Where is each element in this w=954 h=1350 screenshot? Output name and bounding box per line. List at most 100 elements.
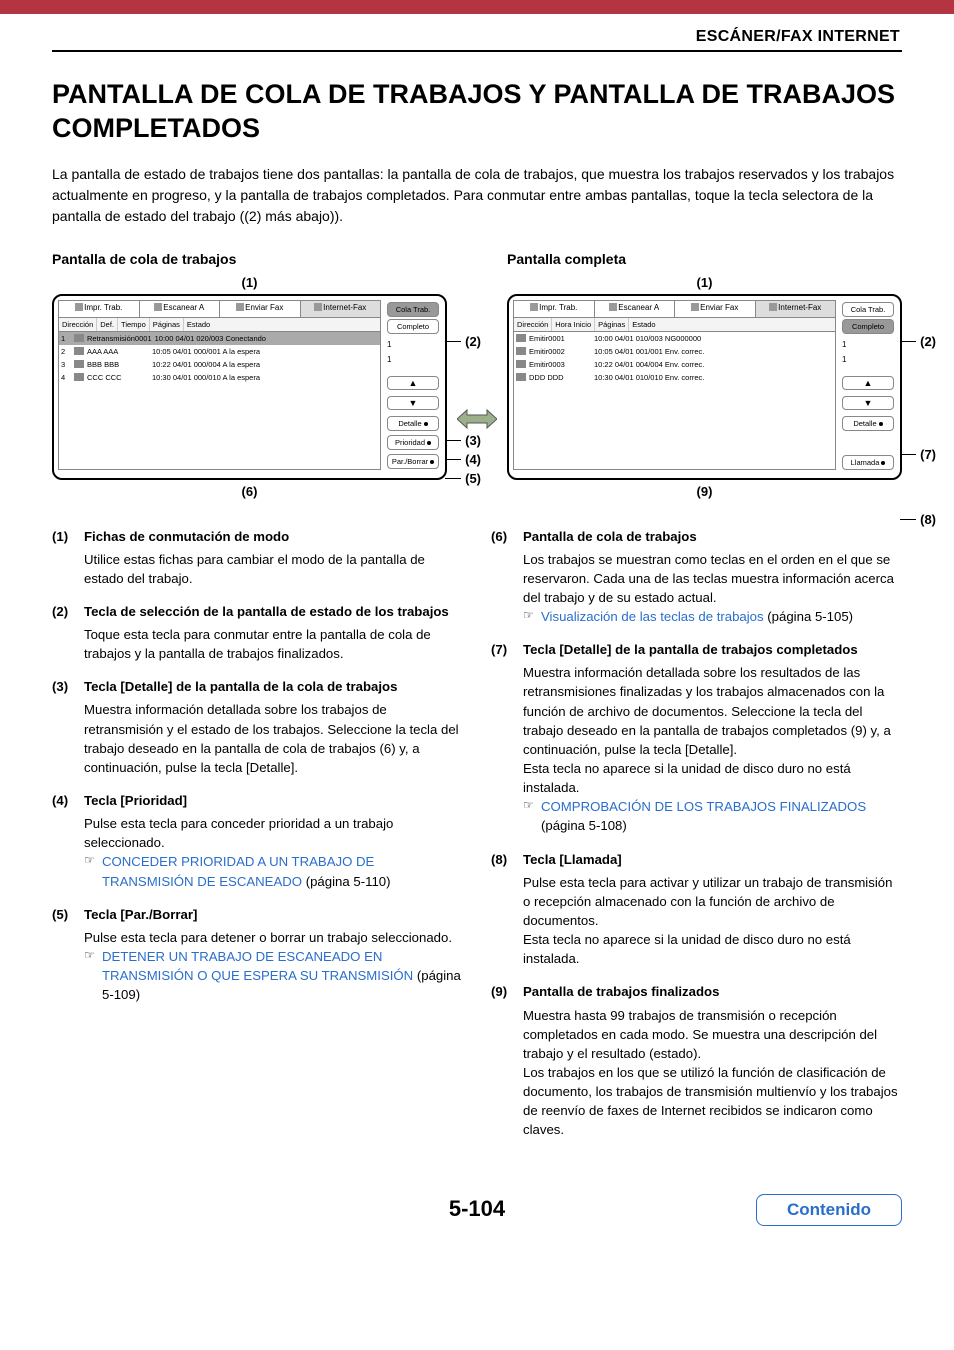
desc-item-head: (3)Tecla [Detalle] de la pantalla de la … bbox=[52, 677, 463, 696]
desc-col-left: (1)Fichas de conmutación de modo Utilice … bbox=[52, 527, 463, 1154]
mail-icon bbox=[74, 347, 84, 355]
section-label: ESCÁNER/FAX INTERNET bbox=[52, 28, 902, 46]
detail-button[interactable]: Detalle bbox=[387, 416, 439, 431]
doc-link[interactable]: COMPROBACIÓN DE LOS TRABAJOS FINALIZADOS bbox=[541, 799, 866, 814]
contents-button[interactable]: Contenido bbox=[756, 1194, 902, 1226]
job-row[interactable]: 1 Retransmisión0001 10:00 04/01 020/003 … bbox=[59, 332, 380, 345]
desc-item-head: (5)Tecla [Par./Borrar] bbox=[52, 905, 463, 924]
tab-fax[interactable]: Enviar Fax bbox=[220, 301, 301, 317]
priority-button[interactable]: Prioridad bbox=[387, 435, 439, 450]
pointer-icon: ☞ bbox=[84, 852, 98, 869]
desc-item-body: Los trabajos se muestran como teclas en … bbox=[491, 550, 902, 607]
doc-icon bbox=[516, 334, 526, 342]
link-row: ☞CONCEDER PRIORIDAD A UN TRABAJO DE TRAN… bbox=[52, 852, 463, 890]
doc-link[interactable]: Visualización de las teclas de trabajos bbox=[541, 609, 764, 624]
mode-tabs: Impr. Trab. Escanear A Enviar Fax Intern… bbox=[58, 300, 381, 318]
left-panel-caption: Pantalla de cola de trabajos bbox=[52, 251, 447, 267]
column-header: Dirección Def. Tiempo Páginas Estado bbox=[58, 318, 381, 332]
pointer-icon: ☞ bbox=[523, 797, 537, 814]
callout-6-bottom: (6) bbox=[52, 484, 447, 499]
job-row[interactable]: Emitir0002 10:05 04/01 001/001 Env. corr… bbox=[514, 345, 835, 358]
desc-item-head: (9)Pantalla de trabajos finalizados bbox=[491, 982, 902, 1001]
mail-icon bbox=[74, 373, 84, 381]
link-row: ☞DETENER UN TRABAJO DE ESCANEADO EN TRAN… bbox=[52, 947, 463, 1004]
tab-internet-fax[interactable]: Internet-Fax bbox=[756, 301, 836, 317]
job-row[interactable]: 4 CCC CCC 10:30 04/01 000/010 A la esper… bbox=[59, 371, 380, 384]
scroll-down-button[interactable]: ▼ bbox=[387, 396, 439, 410]
desc-item: (7)Tecla [Detalle] de la pantalla de tra… bbox=[491, 640, 902, 835]
desc-item-head: (4)Tecla [Prioridad] bbox=[52, 791, 463, 810]
desc-item: (8)Tecla [Llamada] Pulse esta tecla para … bbox=[491, 850, 902, 969]
link-row: ☞ Visualización de las teclas de trabajos… bbox=[491, 607, 902, 626]
device-panel-left: Impr. Trab. Escanear A Enviar Fax Intern… bbox=[52, 294, 447, 480]
callout-1-top-right: (1) bbox=[507, 275, 902, 290]
queue-toggle-button[interactable]: Cola Trab. bbox=[387, 302, 439, 317]
page-title: PANTALLA DE COLA DE TRABAJOS Y PANTALLA … bbox=[52, 78, 902, 146]
complete-toggle-button[interactable]: Completo bbox=[842, 319, 894, 334]
mail-icon bbox=[74, 360, 84, 368]
desc-item: (1)Fichas de conmutación de modo Utilice … bbox=[52, 527, 463, 588]
doc-icon bbox=[516, 347, 526, 355]
tab-print[interactable]: Impr. Trab. bbox=[59, 301, 140, 317]
desc-item-body: Muestra información detallada sobre los … bbox=[491, 663, 902, 797]
callouts-right-right-panel: (2) (7) (8) bbox=[900, 334, 936, 527]
scroll-up-button[interactable]: ▲ bbox=[842, 376, 894, 390]
doc-icon bbox=[516, 360, 526, 368]
pointer-icon: ☞ bbox=[84, 947, 98, 964]
desc-item-head: (8)Tecla [Llamada] bbox=[491, 850, 902, 869]
desc-item-head: (7)Tecla [Detalle] de la pantalla de tra… bbox=[491, 640, 902, 659]
callout-9-bottom: (9) bbox=[507, 484, 902, 499]
desc-item-body: Muestra información detallada sobre los … bbox=[52, 700, 463, 777]
job-row[interactable]: 3 BBB BBB 10:22 04/01 000/004 A la esper… bbox=[59, 358, 380, 371]
desc-item: (4)Tecla [Prioridad] Pulse esta tecla par… bbox=[52, 791, 463, 891]
desc-col-right: (6)Pantalla de cola de trabajos Los traba… bbox=[491, 527, 902, 1154]
link-row: ☞ COMPROBACIÓN DE LOS TRABAJOS FINALIZADO… bbox=[491, 797, 902, 835]
desc-item-head: (2)Tecla de selección de la pantalla de … bbox=[52, 602, 463, 621]
intro-paragraph: La pantalla de estado de trabajos tiene … bbox=[52, 164, 902, 227]
job-row[interactable]: Emitir0003 10:22 04/01 004/004 Env. corr… bbox=[514, 358, 835, 371]
doc-link[interactable]: DETENER UN TRABAJO DE ESCANEADO EN TRANS… bbox=[102, 949, 413, 983]
mail-icon bbox=[516, 373, 526, 381]
desc-item: (6)Pantalla de cola de trabajos Los traba… bbox=[491, 527, 902, 627]
column-header: Dirección Hora Inicio Páginas Estado bbox=[513, 318, 836, 332]
callouts-right-left-panel: (2) (3) (4) (5) bbox=[445, 334, 481, 486]
header-divider bbox=[52, 50, 902, 52]
desc-item: (2)Tecla de selección de la pantalla de … bbox=[52, 602, 463, 663]
desc-item-head: (6)Pantalla de cola de trabajos bbox=[491, 527, 902, 546]
tab-print[interactable]: Impr. Trab. bbox=[514, 301, 595, 317]
tab-scan[interactable]: Escanear A bbox=[595, 301, 676, 317]
device-panel-right: Impr. Trab. Escanear A Enviar Fax Intern… bbox=[507, 294, 902, 480]
desc-item-body: Pulse esta tecla para conceder prioridad… bbox=[52, 814, 463, 852]
queue-toggle-button[interactable]: Cola Trab. bbox=[842, 302, 894, 317]
mode-tabs: Impr. Trab. Escanear A Enviar Fax Intern… bbox=[513, 300, 836, 318]
scroll-down-button[interactable]: ▼ bbox=[842, 396, 894, 410]
desc-item: (9)Pantalla de trabajos finalizados Muest… bbox=[491, 982, 902, 1139]
scroll-up-button[interactable]: ▲ bbox=[387, 376, 439, 390]
desc-item-body: Pulse esta tecla para detener o borrar u… bbox=[52, 928, 463, 947]
stop-delete-button[interactable]: Par./Borrar bbox=[387, 454, 439, 469]
page-number: 5-104 bbox=[449, 1196, 505, 1222]
pointer-icon: ☞ bbox=[523, 607, 537, 624]
desc-item: (5)Tecla [Par./Borrar] Pulse esta tecla p… bbox=[52, 905, 463, 1005]
call-button[interactable]: Llamada bbox=[842, 455, 894, 470]
tab-internet-fax[interactable]: Internet-Fax bbox=[301, 301, 381, 317]
job-row[interactable]: Emitir0001 10:00 04/01 010/003 NG000000 bbox=[514, 332, 835, 345]
detail-button[interactable]: Detalle bbox=[842, 416, 894, 431]
desc-item-body: Toque esta tecla para conmutar entre la … bbox=[52, 625, 463, 663]
desc-item-body: Utilice estas fichas para cambiar el mod… bbox=[52, 550, 463, 588]
desc-item-head: (1)Fichas de conmutación de modo bbox=[52, 527, 463, 546]
job-icon bbox=[74, 334, 84, 342]
desc-item-body: Pulse esta tecla para activar y utilizar… bbox=[491, 873, 902, 969]
job-rows: Emitir0001 10:00 04/01 010/003 NG000000 … bbox=[513, 332, 836, 470]
tab-scan[interactable]: Escanear A bbox=[140, 301, 221, 317]
tab-fax[interactable]: Enviar Fax bbox=[675, 301, 756, 317]
job-row[interactable]: DDD DDD 10:30 04/01 010/010 Env. correc. bbox=[514, 371, 835, 384]
callout-1-top-left: (1) bbox=[52, 275, 447, 290]
right-panel-caption: Pantalla completa bbox=[507, 251, 902, 267]
top-red-bar bbox=[0, 0, 954, 14]
complete-toggle-button[interactable]: Completo bbox=[387, 319, 439, 334]
desc-item: (3)Tecla [Detalle] de la pantalla de la … bbox=[52, 677, 463, 777]
job-rows: 1 Retransmisión0001 10:00 04/01 020/003 … bbox=[58, 332, 381, 470]
job-row[interactable]: 2 AAA AAA 10:05 04/01 000/001 A la esper… bbox=[59, 345, 380, 358]
desc-item-body: Muestra hasta 99 trabajos de transmisión… bbox=[491, 1006, 902, 1140]
